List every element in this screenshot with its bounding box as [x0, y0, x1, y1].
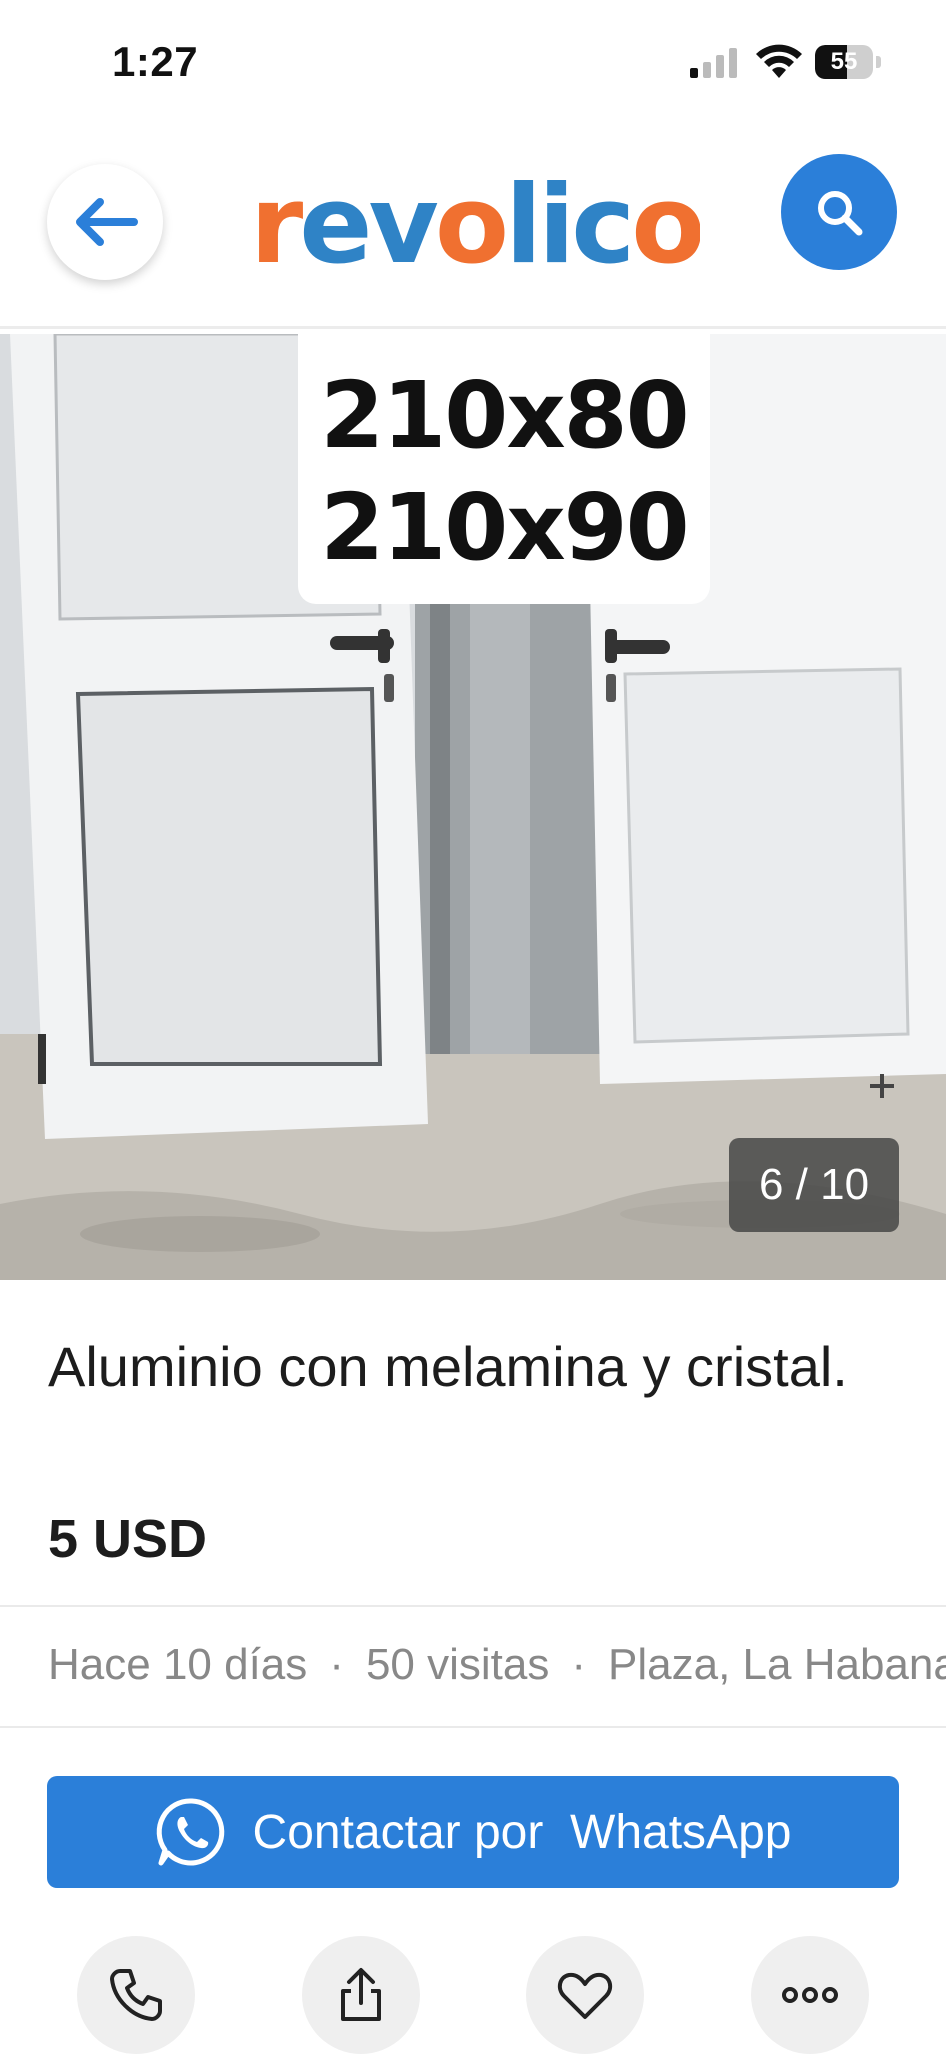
search-button[interactable] — [781, 154, 897, 270]
signal-icon — [690, 48, 737, 78]
heart-icon — [557, 1972, 613, 2019]
battery-level: 55 — [830, 48, 858, 75]
back-button[interactable] — [47, 164, 163, 280]
whatsapp-label: Contactar por WhatsApp — [252, 1805, 792, 1859]
arrow-left-icon — [76, 198, 138, 246]
listing-meta: Hace 10 días · 50 visitas · Plaza, La Habana — [48, 1640, 946, 1690]
whatsapp-icon — [156, 1798, 224, 1866]
listing-price: 5 USD — [48, 1509, 208, 1569]
app-header: revolico — [0, 150, 946, 330]
visit-count: 50 visitas — [365, 1640, 550, 1689]
whatsapp-contact-button[interactable]: Contactar por WhatsApp — [47, 1776, 899, 1888]
size-label: 210x80 — [320, 362, 689, 469]
listing-title: Aluminio con melamina y cristal. — [48, 1335, 848, 1398]
image-counter: 6 / 10 — [729, 1138, 899, 1232]
divider — [0, 1605, 946, 1607]
sizes-overlay: 210x80 210x90 — [298, 334, 710, 604]
svg-text:revolico: revolico — [250, 170, 700, 288]
battery-icon: 55 — [815, 45, 881, 79]
listing-image-gallery[interactable]: 210x80 210x90 6 / 10 — [0, 334, 946, 1280]
status-time: 1:27 — [112, 38, 199, 85]
call-button[interactable] — [77, 1936, 195, 2054]
divider — [0, 1726, 946, 1728]
status-bar: 1:27 55 — [0, 0, 946, 120]
revolico-logo[interactable]: revolico — [250, 170, 700, 290]
wifi-icon — [756, 44, 802, 78]
size-label: 210x90 — [320, 474, 689, 581]
more-icon — [782, 1987, 838, 2003]
phone-icon — [110, 1969, 162, 2021]
header-divider — [0, 326, 946, 329]
location: Plaza, La Habana — [608, 1640, 946, 1689]
action-bar — [0, 1936, 946, 2054]
more-button[interactable] — [751, 1936, 869, 2054]
posted-date: Hace 10 días — [48, 1640, 308, 1689]
meta-separator: · — [329, 1640, 344, 1689]
share-button[interactable] — [302, 1936, 420, 2054]
search-icon — [818, 191, 863, 236]
favorite-button[interactable] — [526, 1936, 644, 2054]
meta-separator: · — [571, 1640, 587, 1689]
share-icon — [341, 1968, 381, 2021]
